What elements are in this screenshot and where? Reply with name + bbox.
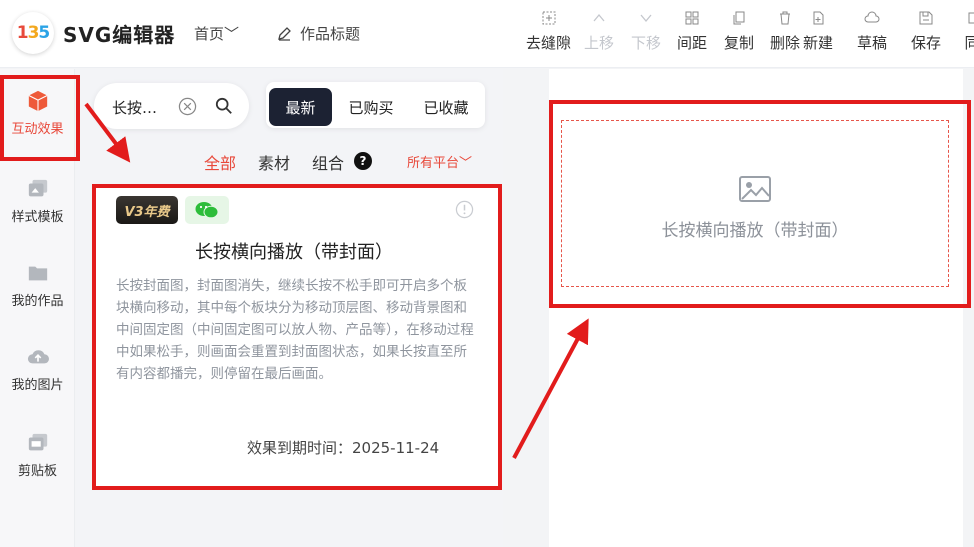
tab-favorites[interactable]: 已收藏 bbox=[414, 88, 478, 126]
app-title: SVG编辑器 bbox=[63, 23, 176, 47]
copy-icon bbox=[731, 10, 747, 26]
rail-item-label: 我的作品 bbox=[11, 294, 64, 309]
tool-label: 新建 bbox=[803, 34, 834, 52]
tool-new[interactable]: 新建 bbox=[803, 10, 833, 53]
tool-label: 去缝隙 bbox=[526, 34, 572, 52]
tool-label: 复制 bbox=[724, 34, 755, 52]
tab-latest[interactable]: 最新 bbox=[269, 88, 332, 126]
tool-remove-gap[interactable]: 去缝隙 bbox=[526, 10, 571, 53]
rail-item-label: 剪贴板 bbox=[17, 464, 57, 479]
rail-item-label: 样式模板 bbox=[11, 210, 64, 225]
clipboard-icon bbox=[28, 433, 47, 451]
tool-label: 上移 bbox=[584, 34, 615, 52]
chevron-down-icon: ﹀ bbox=[224, 25, 240, 43]
tool-label: 同 bbox=[964, 34, 974, 52]
pencil-icon bbox=[278, 26, 291, 41]
folder-icon bbox=[28, 266, 47, 281]
template-icon bbox=[28, 179, 47, 197]
chevron-down-icon bbox=[638, 10, 654, 26]
tool-save[interactable]: 保存 bbox=[911, 10, 941, 53]
cloud-icon bbox=[864, 10, 880, 26]
new-file-icon bbox=[810, 10, 826, 26]
platform-dropdown[interactable]: 所有平台﹀ bbox=[407, 152, 472, 171]
highlight-box-rail bbox=[0, 75, 80, 161]
top-header: 135 SVG编辑器 首页﹀ 作品标题 去缝隙 上移 下移 间距 复制 删除 新… bbox=[0, 0, 974, 68]
filter-all[interactable]: 全部 bbox=[204, 150, 236, 174]
rail-item-label: 我的图片 bbox=[11, 378, 64, 393]
work-title-label: 作品标题 bbox=[300, 25, 361, 43]
platform-label: 所有平台 bbox=[407, 156, 460, 171]
highlight-box-canvas bbox=[549, 100, 971, 308]
tool-label: 间距 bbox=[677, 34, 708, 52]
highlight-box-card bbox=[92, 184, 502, 490]
tool-label: 下移 bbox=[631, 34, 662, 52]
help-icon[interactable]: ? bbox=[354, 152, 372, 170]
rail-item-style-templates[interactable]: 样式模板 bbox=[0, 178, 75, 225]
tool-spacing[interactable]: 间距 bbox=[677, 10, 707, 53]
nav-home-label: 首页 bbox=[194, 25, 225, 43]
cloud-upload-icon bbox=[27, 350, 49, 364]
tool-label: 草稿 bbox=[857, 34, 888, 52]
spacing-icon bbox=[684, 10, 700, 26]
sync-icon bbox=[964, 10, 974, 26]
tool-draft[interactable]: 草稿 bbox=[857, 10, 887, 53]
work-title-field[interactable]: 作品标题 bbox=[276, 23, 360, 44]
search-input[interactable]: 长按… bbox=[112, 97, 157, 118]
gap-icon bbox=[541, 10, 557, 26]
save-icon bbox=[918, 10, 934, 26]
search-icon[interactable] bbox=[215, 97, 233, 115]
nav-home-menu[interactable]: 首页﹀ bbox=[194, 23, 239, 44]
rail-item-my-images[interactable]: 我的图片 bbox=[0, 346, 75, 393]
tool-move-up[interactable]: 上移 bbox=[584, 10, 614, 53]
tool-move-down[interactable]: 下移 bbox=[631, 10, 661, 53]
sort-tabs: 最新 已购买 已收藏 bbox=[266, 82, 485, 128]
tool-sync[interactable]: 同 bbox=[964, 10, 974, 53]
app-logo[interactable]: 135 bbox=[12, 12, 54, 54]
search-box[interactable]: 长按… bbox=[94, 83, 249, 129]
tool-label: 保存 bbox=[911, 34, 942, 52]
rail-item-my-works[interactable]: 我的作品 bbox=[0, 262, 75, 309]
rail-item-clipboard[interactable]: 剪贴板 bbox=[0, 432, 75, 479]
chevron-up-icon bbox=[591, 10, 607, 26]
filter-materials[interactable]: 素材 bbox=[258, 150, 290, 174]
trash-icon bbox=[777, 10, 793, 26]
clear-icon[interactable] bbox=[178, 97, 197, 116]
tool-copy[interactable]: 复制 bbox=[724, 10, 754, 53]
tab-purchased[interactable]: 已购买 bbox=[339, 88, 403, 126]
filter-combos[interactable]: 组合 bbox=[312, 150, 344, 174]
chevron-down-icon: ﹀ bbox=[459, 156, 473, 171]
tool-label: 删除 bbox=[770, 34, 801, 52]
tool-delete[interactable]: 删除 bbox=[770, 10, 800, 53]
